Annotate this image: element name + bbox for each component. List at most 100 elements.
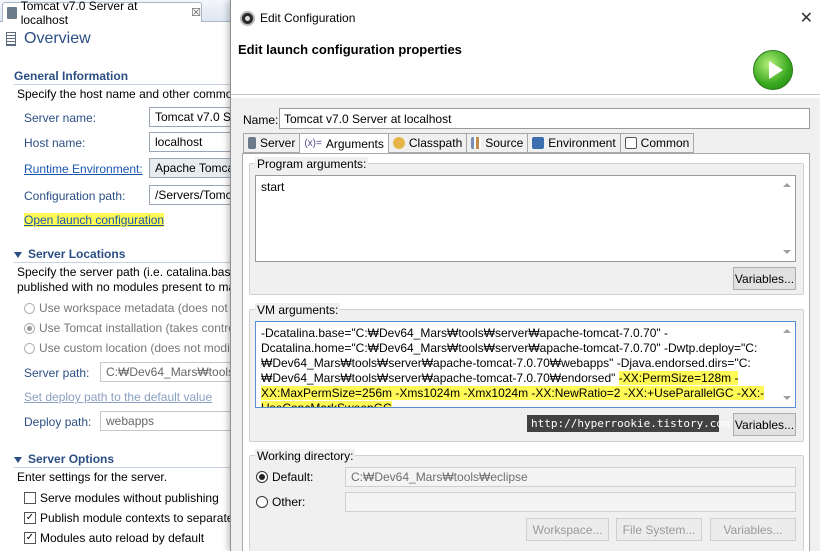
dialog-titlebar[interactable]: Edit Configuration ✕	[231, 0, 820, 36]
tab-source[interactable]: Source	[467, 133, 529, 153]
name-input[interactable]: Tomcat v7.0 Server at localhost	[279, 108, 810, 129]
scroll-down-icon[interactable]	[783, 250, 791, 254]
other-directory-input[interactable]	[345, 492, 796, 512]
modules-auto-reload-checkbox[interactable]: ✓ Modules auto reload by default	[24, 531, 204, 545]
publish-module-contexts-checkbox[interactable]: ✓ Publish module contexts to separate XML…	[24, 511, 232, 525]
program-arguments-label: Program arguments:	[255, 157, 369, 171]
dialog-title: Edit Configuration	[260, 11, 356, 25]
environment-icon	[532, 137, 545, 149]
publish-module-contexts-label: Publish module contexts to separate XML …	[40, 511, 232, 525]
file-system-button[interactable]: File System...	[616, 518, 702, 541]
watermark-url: http://hyperrookie.tistory.com	[527, 415, 730, 432]
collapse-icon	[14, 251, 22, 258]
deploy-path-input[interactable]: webapps	[100, 411, 232, 431]
program-variables-button[interactable]: Variables...	[733, 267, 796, 290]
server-options-heading[interactable]: Server Options	[14, 452, 114, 466]
source-icon	[471, 137, 482, 149]
section-divider	[14, 467, 232, 468]
editor-tab[interactable]: Tomcat v7.0 Server at localhost ☒	[2, 0, 202, 27]
open-launch-configuration-link[interactable]: Open launch configuration	[24, 213, 165, 227]
close-button[interactable]: ✕	[800, 8, 813, 28]
scroll-down-icon[interactable]	[783, 396, 791, 400]
server-editor: Tomcat v7.0 Server at localhost ☒ Overvi…	[0, 0, 232, 551]
radio-selected-icon	[256, 471, 268, 483]
tab-environment-label: Environment	[548, 136, 616, 150]
working-directory-label: Working directory:	[255, 449, 356, 463]
working-variables-button[interactable]: Variables...	[710, 518, 796, 541]
scroll-up-icon[interactable]	[783, 329, 791, 333]
tomcat-installation-label: Use Tomcat installation (takes control o…	[39, 321, 232, 335]
custom-location-label: Use custom location (does not modify Tom…	[39, 341, 232, 355]
tab-common-label: Common	[640, 136, 690, 150]
section-divider	[14, 84, 232, 85]
tab-environment[interactable]: Environment	[528, 133, 621, 153]
tab-classpath[interactable]: Classpath	[388, 133, 468, 153]
serve-without-publishing-label: Serve modules without publishing	[40, 491, 219, 505]
general-information-heading[interactable]: General Information	[14, 69, 128, 83]
server-options-heading-text: Server Options	[28, 452, 115, 466]
editor-tab-label: Tomcat v7.0 Server at localhost	[20, 0, 138, 27]
scroll-up-icon[interactable]	[783, 183, 791, 187]
open-launch-configuration-text: Open launch configuration	[24, 213, 165, 227]
general-description: Specify the host name and other common s…	[17, 87, 232, 101]
other-directory-radio[interactable]: Other:	[256, 495, 305, 509]
tomcat-installation-radio[interactable]: Use Tomcat installation (takes control o…	[24, 321, 232, 335]
checkbox-icon	[24, 492, 36, 504]
server-locations-heading[interactable]: Server Locations	[14, 247, 125, 261]
arguments-icon: (x)=	[304, 138, 322, 149]
radio-icon	[256, 496, 268, 508]
server-locations-description-line1: Specify the server path (i.e. catalina.b…	[17, 265, 232, 279]
tab-bar: Server (x)= Arguments Classpath Source En…	[243, 133, 695, 154]
runtime-environment-select[interactable]: Apache Tomcat v7.0	[149, 158, 232, 178]
checkmark-icon: ✓	[24, 532, 36, 544]
workspace-metadata-label: Use workspace metadata (does not modify …	[39, 301, 232, 315]
server-name-input[interactable]: Tomcat v7.0 Server at localhost	[149, 107, 232, 127]
vm-arguments-label: VM arguments:	[255, 303, 341, 317]
modules-auto-reload-label: Modules auto reload by default	[40, 531, 205, 545]
workspace-button[interactable]: Workspace...	[526, 518, 609, 541]
tab-arguments[interactable]: (x)= Arguments	[300, 133, 389, 154]
runtime-environment-link[interactable]: Runtime Environment:	[24, 162, 143, 176]
collapse-icon	[14, 456, 22, 463]
close-icon[interactable]: ☒	[191, 6, 201, 19]
host-name-label: Host name:	[24, 136, 86, 150]
name-label: Name:	[243, 113, 279, 127]
server-name-label: Server name:	[24, 111, 97, 125]
server-locations-heading-text: Server Locations	[28, 247, 126, 261]
host-name-input[interactable]: localhost	[149, 132, 232, 152]
tab-classpath-label: Classpath	[408, 136, 463, 150]
program-arguments-textarea[interactable]: start	[255, 175, 796, 262]
page-title: Overview	[24, 30, 91, 47]
vm-arguments-scrollbar[interactable]	[779, 322, 795, 407]
workspace-metadata-radio[interactable]: Use workspace metadata (does not modify …	[24, 301, 232, 315]
server-path-label: Server path:	[24, 366, 90, 380]
document-icon	[6, 32, 16, 46]
program-arguments-scrollbar[interactable]	[779, 176, 795, 261]
common-icon	[624, 137, 637, 149]
serve-without-publishing-checkbox[interactable]: Serve modules without publishing	[24, 491, 219, 505]
tab-server[interactable]: Server	[243, 133, 301, 153]
vm-arguments-textarea[interactable]: -Dcatalina.base="C:₩Dev64_Mars₩tools₩ser…	[255, 321, 796, 408]
deploy-path-label: Deploy path:	[24, 415, 92, 429]
default-directory-label: Default:	[272, 470, 314, 484]
vm-variables-button[interactable]: Variables...	[733, 413, 796, 436]
run-icon	[753, 50, 793, 90]
server-path-input[interactable]: C:₩Dev64_Mars₩tools₩server₩apache-tomcat…	[100, 362, 232, 382]
server-icon	[7, 6, 17, 19]
radio-icon	[24, 342, 35, 354]
eclipse-icon	[240, 11, 255, 26]
overview-header: Overview	[6, 30, 91, 48]
classpath-icon	[392, 137, 405, 149]
server-icon	[248, 137, 256, 149]
configuration-path-input[interactable]: /Servers/Tomcat v7.0 Server	[149, 185, 232, 205]
dialog-header-title: Edit launch configuration properties	[238, 42, 462, 57]
radio-icon	[24, 302, 35, 314]
tab-common[interactable]: Common	[620, 133, 695, 153]
default-directory-input: C:₩Dev64_Mars₩tools₩eclipse	[345, 467, 796, 487]
tab-source-label: Source	[485, 136, 524, 150]
set-deploy-path-link[interactable]: Set deploy path to the default value	[24, 390, 212, 404]
custom-location-radio[interactable]: Use custom location (does not modify Tom…	[24, 341, 232, 355]
default-directory-radio[interactable]: Default:	[256, 470, 313, 484]
configuration-path-label: Configuration path:	[24, 189, 126, 203]
checkmark-icon: ✓	[24, 512, 36, 524]
